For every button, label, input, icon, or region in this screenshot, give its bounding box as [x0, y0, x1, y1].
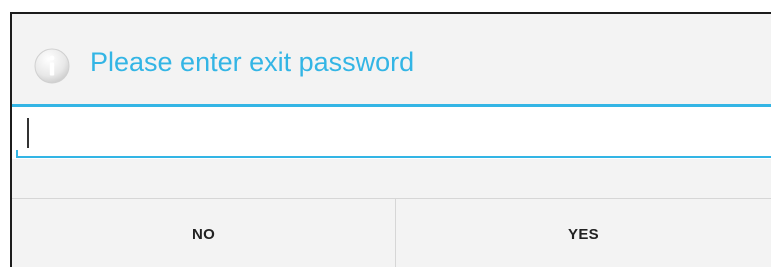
password-input[interactable]	[16, 109, 771, 155]
dialog-title-bar: Please enter exit password	[12, 14, 771, 104]
password-field-container	[12, 107, 771, 159]
dialog-button-bar: NO YES	[12, 198, 771, 267]
dialog-title: Please enter exit password	[90, 47, 415, 77]
yes-button[interactable]: YES	[396, 199, 771, 267]
text-caret	[27, 118, 29, 148]
yes-button-label: YES	[568, 226, 599, 243]
input-underline	[16, 156, 771, 158]
exit-password-dialog: Please enter exit password NO YES	[10, 12, 771, 267]
no-button-label: NO	[191, 226, 216, 243]
no-button[interactable]: NO	[12, 199, 396, 267]
info-icon	[33, 47, 71, 85]
